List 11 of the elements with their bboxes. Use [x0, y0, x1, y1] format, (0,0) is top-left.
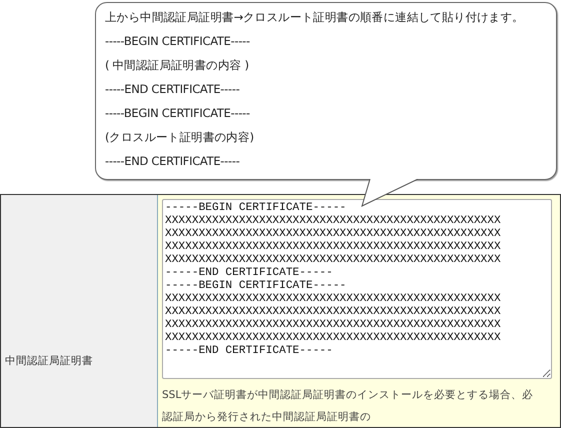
field-label: 中間認証局証明書 — [5, 354, 93, 368]
certificate-input-field[interactable]: -----BEGIN CERTIFICATE----- XXXXXXXXXXXXXXXXXXXXXXXXXXXXXXXXXXXXXXXXXXXXXXXXXX XXXXXXXXXXXXXXXXXXXXXXXXXXXXXXXXXXXXXXXXXXXXXXXXXX XXXXXXXXXXXXXXXXXXXXXXXXXXXXXXXXXXXXXXXXXXXXXXXXXX XXXXXXXXXXXXXXXXXXXXXXXXXXXXXXXXXXXXXXXXXXXXXXXXXX -----END CERTIFICATE----- -----BEGIN CERTIFICATE----- XXXXXXXXXXXXXXXXXXXXXXXXXXXXXXXXXXXXXXXXXXXXXXXXXX XXXXXXXXXXXXXXXXXXXXXXXXXXXXXXXXXXXXXXXXXXXXXXXXXX XXXXXXXXXXXXXXXXXXXXXXXXXXXXXXXXXXXXXXXXXXXXXXXXXX XXXXXXXXXXXXXXXXXXXXXXXXXXXXXXXXXXXXXXXXXXXXXXXXXX -----END CERTIFICATE----- — [162, 199, 552, 379]
callout-text: ( 中間認証局証明書の内容 ) — [105, 57, 250, 74]
help-text: SSLサーバ証明書が中間認証局証明書のインストールを必要とする場合、必 — [162, 388, 534, 403]
callout-text: -----END CERTIFICATE----- — [105, 153, 241, 170]
help-text: 認証局から発行された中間認証局証明書の — [162, 410, 372, 425]
callout-text: -----BEGIN CERTIFICATE----- — [105, 105, 251, 122]
callout-text: (クロスルート証明書の内容) — [105, 129, 255, 146]
callout-text: -----BEGIN CERTIFICATE----- — [105, 33, 251, 50]
callout-text: -----END CERTIFICATE----- — [105, 81, 241, 98]
callout-text: 上から中間認証局証明書→クロスルート証明書の順番に連結して貼り付けます。 — [105, 9, 525, 26]
